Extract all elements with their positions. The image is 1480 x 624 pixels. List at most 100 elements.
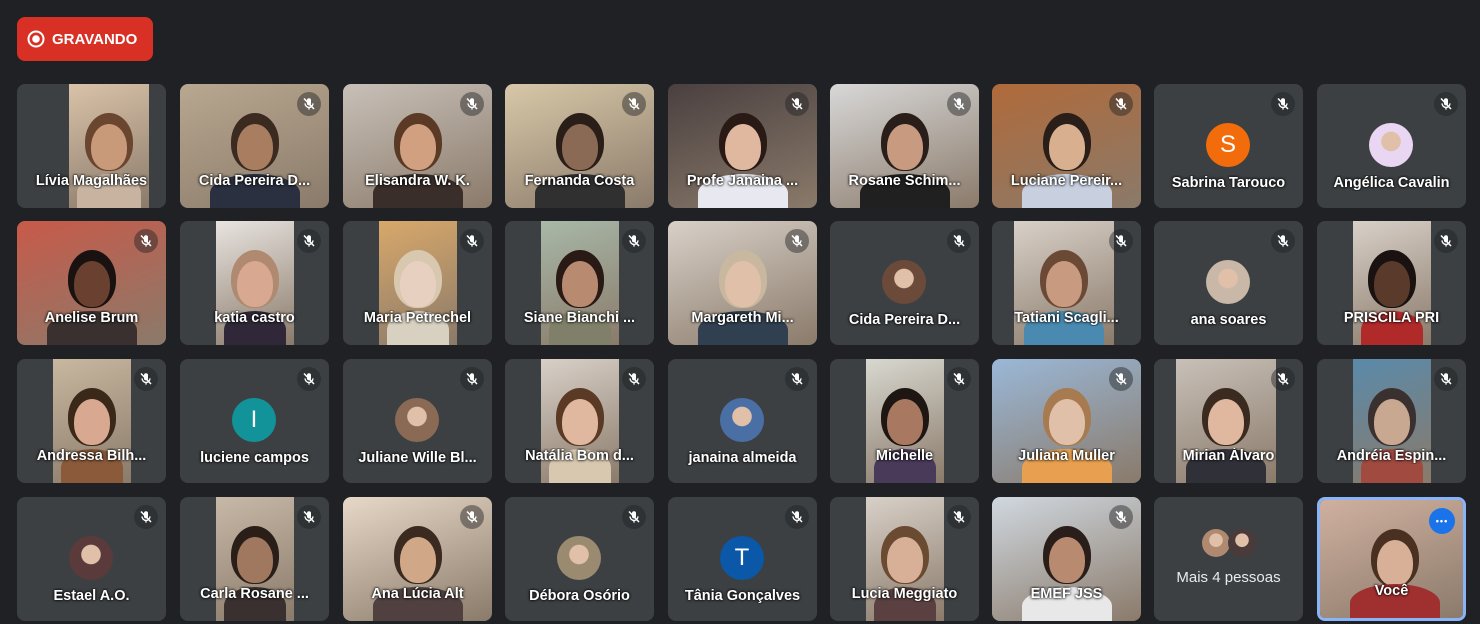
participant-tile[interactable]: Carla Rosane ...: [180, 497, 329, 621]
participant-name: Sabrina Tarouco: [1171, 175, 1286, 191]
participant-name: Você: [1374, 583, 1409, 599]
mic-off-icon: [947, 92, 971, 116]
participant-tile[interactable]: Ana Lúcia Alt: [343, 497, 492, 621]
participant-name: luciene campos: [200, 450, 309, 466]
video-feed: [53, 359, 131, 483]
participant-name: Andréia Espin...: [1336, 448, 1447, 464]
recording-badge: GRAVANDO: [17, 17, 153, 61]
participant-name: Lívia Magalhães: [35, 173, 148, 189]
mic-off-icon: [460, 367, 484, 391]
person-face: [561, 124, 598, 170]
participant-tile[interactable]: Siane Bianchi ...: [505, 221, 654, 345]
participant-tile[interactable]: Fernanda Costa: [505, 84, 654, 208]
avatar: [395, 398, 439, 442]
more-people-tile[interactable]: Mais 4 pessoas: [1154, 497, 1303, 621]
person-face: [1374, 261, 1410, 307]
more-people-label: Mais 4 pessoas: [1176, 569, 1281, 586]
participant-name: Carla Rosane ...: [200, 586, 309, 602]
participant-name: Estael A.O.: [53, 588, 130, 604]
participant-name: Tânia Gonçalves: [684, 588, 801, 604]
participant-name: Lucia Meggiato: [851, 586, 958, 602]
person-face: [91, 124, 127, 170]
participant-tile[interactable]: Lucia Meggiato: [830, 497, 979, 621]
person-face: [886, 124, 923, 170]
participant-tile[interactable]: Iluciene campos: [180, 359, 329, 483]
mic-off-icon: [297, 92, 321, 116]
video-feed: [1176, 359, 1276, 483]
participant-tile[interactable]: PRISCILA PRI: [1317, 221, 1466, 345]
mic-off-icon: [1109, 229, 1133, 253]
mic-off-icon: [1271, 229, 1295, 253]
video-feed: [379, 221, 457, 345]
participant-tile[interactable]: Luciane Pereir...: [992, 84, 1141, 208]
mic-off-icon: [947, 367, 971, 391]
participant-tile[interactable]: Juliane Wille Bl...: [343, 359, 492, 483]
self-tile[interactable]: ••• Você: [1317, 497, 1466, 621]
mic-off-icon: [460, 505, 484, 529]
person-face: [562, 399, 598, 445]
person-face: [237, 261, 273, 307]
video-feed: [541, 359, 619, 483]
participant-name: Ana Lúcia Alt: [371, 586, 464, 602]
participant-name: Anelise Brum: [44, 310, 139, 326]
person-face: [1048, 124, 1085, 170]
participant-tile[interactable]: Anelise Brum: [17, 221, 166, 345]
participant-tile[interactable]: Elisandra W. K.: [343, 84, 492, 208]
participant-tile[interactable]: Tatiani Scagli...: [992, 221, 1141, 345]
participant-tile[interactable]: janaina almeida: [668, 359, 817, 483]
more-options-icon[interactable]: •••: [1429, 508, 1455, 534]
participant-name: Fernanda Costa: [524, 173, 635, 189]
mic-off-icon: [297, 229, 321, 253]
participant-tile[interactable]: Mirian Álvaro: [1154, 359, 1303, 483]
participant-tile[interactable]: Michelle: [830, 359, 979, 483]
participant-name: janaina almeida: [688, 450, 797, 466]
participant-tile[interactable]: Profe Janaina ...: [668, 84, 817, 208]
participant-tile[interactable]: Juliana Muller: [992, 359, 1141, 483]
mic-off-icon: [134, 367, 158, 391]
participant-tile[interactable]: ana soares: [1154, 221, 1303, 345]
participant-tile[interactable]: EMEF JSS: [992, 497, 1141, 621]
mic-off-icon: [947, 229, 971, 253]
participant-tile[interactable]: Andressa Bilh...: [17, 359, 166, 483]
participant-tile[interactable]: Lívia Magalhães: [17, 84, 166, 208]
participant-name: Angélica Cavalin: [1333, 175, 1450, 191]
mic-off-icon: [134, 505, 158, 529]
participant-tile[interactable]: T Tânia Gonçalves: [668, 497, 817, 621]
person-face: [724, 261, 761, 307]
mic-off-icon: [622, 92, 646, 116]
mic-off-icon: [785, 367, 809, 391]
person-face: [1048, 399, 1085, 445]
video-feed: [69, 84, 149, 208]
participant-tile[interactable]: Cida Pereira D...: [180, 84, 329, 208]
participant-name: EMEF JSS: [1030, 586, 1103, 602]
mic-off-icon: [1271, 367, 1295, 391]
avatar: [882, 260, 926, 304]
person-face: [562, 261, 598, 307]
participant-tile[interactable]: Maria Petrechel: [343, 221, 492, 345]
participant-name: Luciane Pereir...: [1010, 173, 1123, 189]
participant-tile[interactable]: Cida Pereira D...: [830, 221, 979, 345]
participant-tile[interactable]: Margareth Mi...: [668, 221, 817, 345]
person-face: [1374, 399, 1410, 445]
participant-tile[interactable]: Andréia Espin...: [1317, 359, 1466, 483]
participant-tile[interactable]: katia castro: [180, 221, 329, 345]
participant-tile[interactable]: Rosane Schim...: [830, 84, 979, 208]
video-feed: [216, 497, 294, 621]
mic-off-icon: [947, 505, 971, 529]
participant-name: Profe Janaina ...: [686, 173, 799, 189]
participant-name: Siane Bianchi ...: [523, 310, 636, 326]
participant-tile[interactable]: Débora Osório: [505, 497, 654, 621]
participant-tile[interactable]: S Sabrina Tarouco: [1154, 84, 1303, 208]
mic-off-icon: [1109, 505, 1133, 529]
participant-tile[interactable]: Natália Bom d...: [505, 359, 654, 483]
mic-off-icon: [622, 367, 646, 391]
participant-tile[interactable]: Angélica Cavalin: [1317, 84, 1466, 208]
mic-off-icon: [622, 505, 646, 529]
avatar: [557, 536, 601, 580]
person-face: [399, 537, 436, 583]
person-face: [400, 261, 436, 307]
avatar: [720, 398, 764, 442]
participant-name: Maria Petrechel: [363, 310, 472, 326]
recording-label: GRAVANDO: [52, 30, 138, 48]
participant-tile[interactable]: Estael A.O.: [17, 497, 166, 621]
